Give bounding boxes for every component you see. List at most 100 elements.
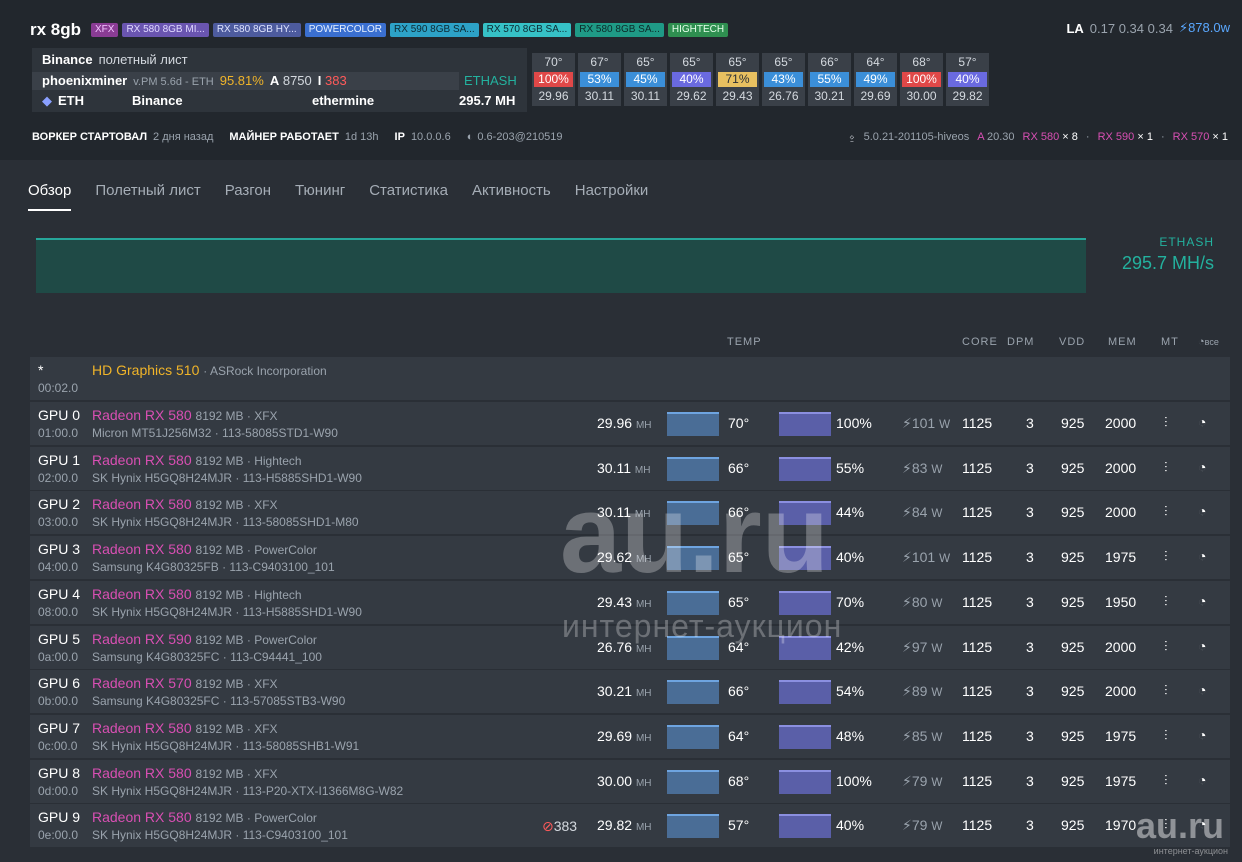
rx570-count-value: × 1	[1212, 131, 1228, 143]
uptime-label: МАЙНЕР РАБОТАЕТ	[229, 131, 339, 143]
gpu-row[interactable]: GPU 9 0e:00.0 Radeon RX 580 8192 MB · Powe…	[30, 804, 1230, 848]
gpu-mini-card[interactable]: 57° 40% 29.82	[946, 53, 989, 106]
col-mt[interactable]: MT	[1161, 336, 1179, 348]
linux-icon: ⍚	[848, 131, 856, 143]
igpu-row[interactable]: * 00:02.0 HD Graphics 510 · ASRock Incor…	[30, 357, 1230, 400]
gpu-mini-card[interactable]: 65° 71% 29.43	[716, 53, 759, 106]
tuning-icon[interactable]: ⫶	[1164, 772, 1168, 789]
fan-sparkline[interactable]	[779, 412, 831, 436]
tab-item[interactable]: Тюнинг	[295, 182, 345, 211]
hashrate-sparkline[interactable]	[667, 412, 719, 436]
flightsheet-name[interactable]: Binance	[42, 51, 93, 69]
gpu-mini-card[interactable]: 65° 43% 26.76	[762, 53, 805, 106]
gauge-icon[interactable]: ◔	[1198, 638, 1206, 654]
gpu-name: Radeon RX 570 8192 MB · XFX	[92, 675, 278, 691]
gpu-model[interactable]: Radeon RX 570	[92, 675, 192, 691]
gauge-icon[interactable]: ◔	[1198, 414, 1206, 430]
gpu-mini-card[interactable]: 65° 40% 29.62	[670, 53, 713, 106]
col-dpm[interactable]: DPM	[1007, 336, 1034, 348]
gpu-model[interactable]: Radeon RX 580	[92, 720, 192, 736]
gpu-model[interactable]: Radeon RX 590	[92, 631, 192, 647]
rig-tag[interactable]: RX 580 8GB HY...	[212, 23, 301, 37]
gpu-mini-card[interactable]: 64° 49% 29.69	[854, 53, 897, 106]
flightsheet-row: Binance полетный лист	[42, 51, 188, 69]
fan-sparkline[interactable]	[779, 724, 831, 749]
ip-label: IP	[394, 131, 405, 143]
gpu-model[interactable]: Radeon RX 580	[92, 765, 192, 781]
gpu-model[interactable]: Radeon RX 580	[92, 496, 192, 512]
hashrate-sparkline[interactable]	[667, 814, 719, 839]
gpu-model[interactable]: Radeon RX 580	[92, 541, 192, 557]
tab-item[interactable]: Полетный лист	[95, 182, 200, 211]
gauge-icon[interactable]: ◔	[1198, 593, 1206, 609]
gpu-mini-hash: 30.21	[814, 89, 845, 103]
hashrate-sparkline[interactable]	[667, 680, 719, 705]
tab-item[interactable]: Статистика	[369, 182, 448, 211]
col-temp[interactable]: TEMP	[727, 336, 762, 348]
gpu-row[interactable]: GPU 6 0b:00.0 Radeon RX 570 8192 MB · XFX S…	[30, 670, 1230, 714]
fan-sparkline[interactable]	[779, 680, 831, 705]
tab-item[interactable]: Обзор	[28, 182, 72, 211]
gauge-icon[interactable]: ◔	[1198, 503, 1206, 519]
gpu-mini-card[interactable]: 70° 100% 29.96	[532, 53, 575, 106]
gpu-row[interactable]: GPU 7 0c:00.0 Radeon RX 580 8192 MB · XFX S…	[30, 714, 1230, 758]
gpu-model[interactable]: Radeon RX 580	[92, 809, 192, 825]
fan-sparkline[interactable]	[779, 814, 831, 839]
tuning-icon[interactable]: ⫶	[1164, 727, 1168, 744]
col-mem[interactable]: MEM	[1108, 336, 1137, 348]
rig-tag[interactable]: RX 570 8GB SA...	[482, 23, 572, 37]
tuning-icon[interactable]: ⫶	[1164, 548, 1168, 565]
col-vdd[interactable]: VDD	[1059, 336, 1085, 348]
hashrate-sparkline[interactable]	[667, 769, 719, 794]
col-core[interactable]: CORE	[962, 336, 998, 348]
tuning-icon[interactable]: ⫶	[1164, 638, 1168, 655]
gpu-row[interactable]: GPU 0 01:00.0 Radeon RX 580 8192 MB · XFX M…	[30, 402, 1230, 445]
rig-tag[interactable]: RX 580 8GB SA...	[575, 23, 664, 37]
miner-panel[interactable]: Binance полетный лист phoenixminer v.PM …	[32, 48, 527, 112]
tab-item[interactable]: Разгон	[225, 182, 271, 211]
hashrate-chart[interactable]	[36, 238, 1086, 293]
gpu-mini-card[interactable]: 68° 100% 30.00	[900, 53, 943, 106]
fan-sparkline[interactable]	[779, 769, 831, 794]
gpu-vdd: 925	[1061, 638, 1085, 655]
gpu-mini-card[interactable]: 67° 53% 30.11	[578, 53, 621, 106]
bolt-icon: ⚡	[1178, 20, 1189, 35]
gauge-icon[interactable]: ◔	[1198, 727, 1206, 743]
gpu-row[interactable]: GPU 8 0d:00.0 Radeon RX 580 8192 MB · XFX S…	[30, 759, 1230, 803]
igpu-model: HD Graphics 510	[92, 362, 200, 378]
rig-tag[interactable]: HIGHTECH	[667, 23, 729, 37]
tab-item[interactable]: Настройки	[575, 182, 649, 211]
hashrate-sparkline[interactable]	[667, 724, 719, 749]
tuning-icon[interactable]: ⫶	[1164, 459, 1168, 476]
gpu-mini-temp: 65°	[728, 55, 747, 69]
rig-tag[interactable]: RX 580 8GB MI...	[122, 23, 209, 37]
gpu-power: ⚡83 W	[902, 460, 942, 477]
gpu-model[interactable]: Radeon RX 580	[92, 586, 192, 602]
tuning-icon[interactable]: ⫶	[1164, 503, 1168, 520]
rig-tags: XFX RX 580 8GB MI... RX 580 8GB HY... POWER…	[91, 23, 729, 37]
gauge-icon[interactable]: ◔	[1198, 548, 1206, 564]
rig-tag[interactable]: XFX	[91, 23, 119, 37]
gpu-power-value: 84	[911, 504, 928, 521]
gpu-mini-card[interactable]: 65° 45% 30.11	[624, 53, 667, 106]
tuning-icon[interactable]: ⫶	[1164, 682, 1168, 699]
igpu-bus: 00:02.0	[38, 381, 79, 395]
rig-tag[interactable]: POWERCOLOR	[304, 23, 387, 37]
gauge-icon[interactable]: ◔	[1198, 772, 1206, 788]
col-all-tuning[interactable]: ◔все	[1198, 336, 1219, 348]
rig-tag[interactable]: RX 590 8GB SA...	[390, 23, 479, 37]
gpu-model[interactable]: Radeon RX 580	[92, 407, 192, 423]
gauge-icon[interactable]: ◔	[1198, 682, 1206, 698]
gpu-temp: 66°	[728, 683, 750, 700]
igpu-name: HD Graphics 510 · ASRock Incorporation	[92, 362, 327, 378]
gauge-icon[interactable]: ◔	[1198, 459, 1206, 475]
tuning-icon[interactable]: ⫶	[1164, 593, 1168, 610]
tab-item[interactable]: Активность	[472, 182, 551, 211]
hash-unit: MH	[635, 643, 652, 655]
amd-driver: A 20.30	[977, 131, 1014, 143]
gpu-fan: 40%	[836, 549, 865, 566]
gpu-model[interactable]: Radeon RX 580	[92, 452, 192, 468]
gpu-power: ⚡80 W	[902, 594, 942, 611]
gpu-mini-card[interactable]: 66° 55% 30.21	[808, 53, 851, 106]
tuning-icon[interactable]: ⫶	[1164, 414, 1168, 431]
